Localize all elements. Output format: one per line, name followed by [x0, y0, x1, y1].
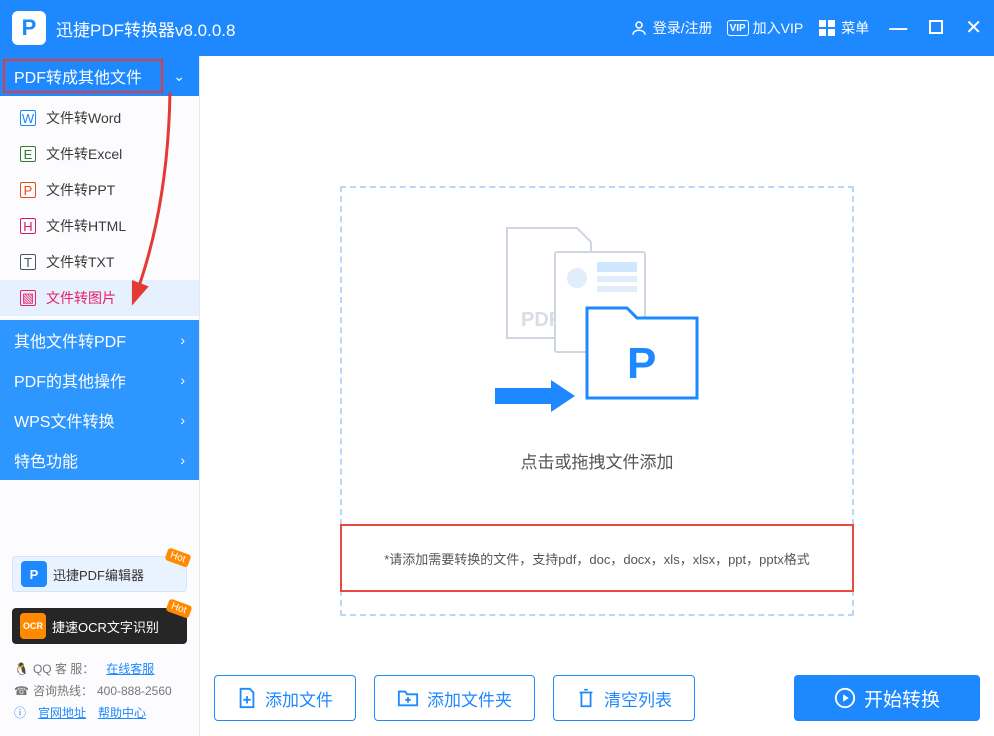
- start-convert-label: 开始转换: [864, 685, 940, 712]
- chevron-down-icon: ⌄: [173, 68, 185, 85]
- html-icon: H: [20, 218, 36, 234]
- category-label: 特色功能: [14, 448, 78, 472]
- app-logo: P: [12, 11, 46, 45]
- vip-icon: VIP: [727, 20, 749, 36]
- promo-pdf-editor[interactable]: P 迅捷PDF编辑器 Hot: [12, 556, 187, 592]
- image-icon: ▧: [20, 290, 36, 306]
- sidebar-item-label: 文件转HTML: [46, 216, 126, 236]
- add-file-button[interactable]: 添加文件: [214, 675, 356, 721]
- sidebar-item-label: 文件转Word: [46, 108, 121, 128]
- chevron-right-icon: ›: [180, 452, 185, 468]
- ppt-icon: P: [20, 182, 36, 198]
- help-center-link[interactable]: 帮助中心: [98, 702, 146, 724]
- official-site-link[interactable]: 官网地址: [38, 702, 86, 724]
- main-area: PDF P: [200, 56, 994, 736]
- chevron-right-icon: ›: [180, 372, 185, 388]
- add-folder-label: 添加文件夹: [427, 686, 512, 711]
- hotline-label: 咨询热线：: [33, 680, 93, 702]
- sidebar-item-to-html[interactable]: H 文件转HTML: [0, 208, 199, 244]
- maximize-button[interactable]: [929, 19, 943, 37]
- supported-text: *请添加需要转换的文件，支持pdf，doc，docx，xls，xlsx，ppt，…: [384, 549, 809, 568]
- category-pdf-to-other[interactable]: PDF转成其他文件 ⌄: [0, 56, 199, 96]
- sidebar-item-to-txt[interactable]: T 文件转TXT: [0, 244, 199, 280]
- category-special-features[interactable]: 特色功能 ›: [0, 440, 199, 480]
- titlebar: P 迅捷PDF转换器v8.0.0.8 登录/注册 VIP 加入VIP 菜单 — …: [0, 0, 994, 56]
- bottom-toolbar: 添加文件 添加文件夹 清空列表 开始转换: [214, 674, 980, 722]
- qq-icon: 🐧: [14, 658, 29, 680]
- promo-icon: P: [21, 561, 47, 587]
- login-register-button[interactable]: 登录/注册: [629, 18, 713, 38]
- dropzone-headline: 点击或拖拽文件添加: [521, 448, 674, 473]
- minimize-button[interactable]: —: [889, 19, 907, 37]
- add-folder-button[interactable]: 添加文件夹: [374, 675, 535, 721]
- chevron-right-icon: ›: [180, 332, 185, 348]
- dropzone-illustration: PDF P: [477, 218, 717, 428]
- sidebar-item-label: 文件转图片: [46, 288, 116, 308]
- sidebar-item-label: 文件转PPT: [46, 180, 115, 200]
- category-label: PDF转成其他文件: [14, 64, 142, 88]
- svg-text:P: P: [627, 339, 656, 388]
- txt-icon: T: [20, 254, 36, 270]
- sidebar-footer: 🐧 QQ 客 服： 在线客服 ☎ 咨询热线： 400-888-2560 ⓘ 官网…: [0, 652, 199, 736]
- hot-badge: Hot: [165, 547, 192, 567]
- globe-icon: ⓘ: [14, 702, 26, 724]
- chevron-right-icon: ›: [180, 412, 185, 428]
- qq-service-link[interactable]: 在线客服: [106, 658, 154, 680]
- vip-label: 加入VIP: [753, 18, 804, 38]
- promo-label: 迅捷PDF编辑器: [53, 565, 144, 584]
- promo-ocr[interactable]: OCR 捷速OCR文字识别 Hot: [12, 608, 187, 644]
- clear-list-button[interactable]: 清空列表: [553, 675, 695, 721]
- sidebar-item-to-image[interactable]: ▧ 文件转图片: [0, 280, 199, 316]
- hotline-value: 400-888-2560: [97, 680, 172, 702]
- sidebar-item-to-word[interactable]: W 文件转Word: [0, 100, 199, 136]
- supported-formats-note: *请添加需要转换的文件，支持pdf，doc，docx，xls，xlsx，ppt，…: [340, 524, 854, 592]
- sidebar-item-to-ppt[interactable]: P 文件转PPT: [0, 172, 199, 208]
- add-file-label: 添加文件: [265, 686, 333, 711]
- promo-label: 捷速OCR文字识别: [52, 617, 159, 636]
- category-wps-convert[interactable]: WPS文件转换 ›: [0, 400, 199, 440]
- login-label: 登录/注册: [653, 18, 713, 38]
- grid-icon: [817, 18, 837, 38]
- sidebar-item-label: 文件转TXT: [46, 252, 114, 272]
- app-title: 迅捷PDF转换器v8.0.0.8: [56, 16, 236, 41]
- sidebar-item-label: 文件转Excel: [46, 144, 122, 164]
- category-label: PDF的其他操作: [14, 368, 126, 392]
- close-button[interactable]: ✕: [965, 18, 982, 38]
- hot-badge: Hot: [166, 598, 193, 618]
- excel-icon: E: [20, 146, 36, 162]
- sidebar-item-to-excel[interactable]: E 文件转Excel: [0, 136, 199, 172]
- join-vip-button[interactable]: VIP 加入VIP: [727, 18, 804, 38]
- clear-list-label: 清空列表: [604, 686, 672, 711]
- category-pdf-other-ops[interactable]: PDF的其他操作 ›: [0, 360, 199, 400]
- menu-button[interactable]: 菜单: [817, 18, 869, 38]
- qq-label: QQ 客 服：: [33, 658, 94, 680]
- category-label: WPS文件转换: [14, 408, 114, 432]
- start-convert-button[interactable]: 开始转换: [794, 675, 980, 721]
- promo-icon: OCR: [20, 613, 46, 639]
- sidebar: PDF转成其他文件 ⌄ W 文件转Word E 文件转Excel P 文件转PP…: [0, 56, 200, 736]
- category-other-to-pdf[interactable]: 其他文件转PDF ›: [0, 320, 199, 360]
- word-icon: W: [20, 110, 36, 126]
- category-label: 其他文件转PDF: [14, 328, 126, 352]
- menu-label: 菜单: [841, 18, 869, 38]
- user-icon: [629, 18, 649, 38]
- phone-icon: ☎: [14, 680, 29, 702]
